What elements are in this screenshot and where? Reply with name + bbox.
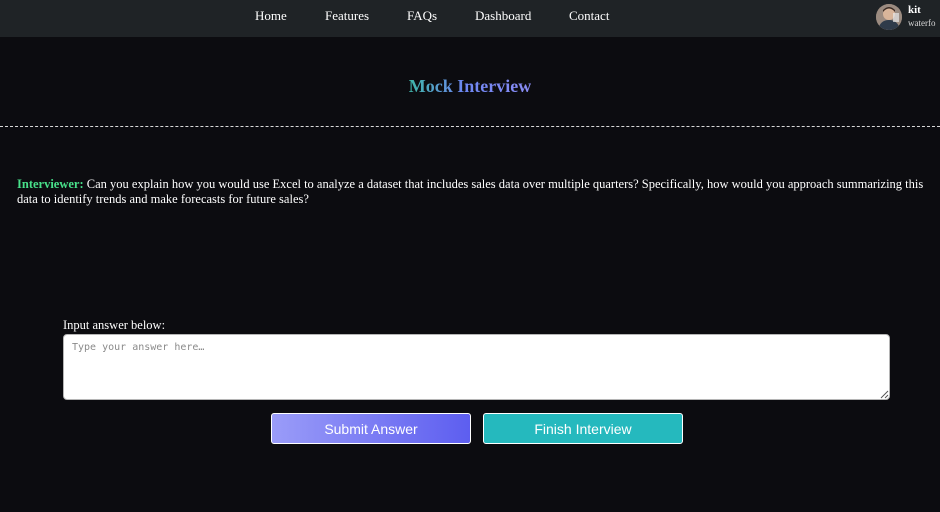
- nav-link-contact[interactable]: Contact: [569, 8, 609, 24]
- user-profile[interactable]: kit waterfo: [874, 3, 940, 31]
- nav-link-features[interactable]: Features: [325, 8, 369, 24]
- nav-link-dashboard[interactable]: Dashboard: [475, 8, 531, 24]
- question-text: Can you explain how you would use Excel …: [17, 177, 924, 206]
- avatar[interactable]: [876, 4, 902, 30]
- speaker-label: Interviewer:: [17, 177, 84, 191]
- answer-input[interactable]: [63, 334, 890, 400]
- top-navbar: Home Features FAQs Dashboard Contact kit…: [0, 0, 940, 37]
- answer-label: Input answer below:: [63, 318, 166, 332]
- nav-links: Home Features FAQs Dashboard Contact: [0, 0, 940, 33]
- page-title: Mock Interview: [0, 76, 940, 97]
- avatar-photo-icon: [876, 4, 902, 30]
- submit-answer-button[interactable]: Submit Answer: [271, 413, 471, 444]
- user-name: kit: [908, 4, 921, 16]
- finish-interview-button[interactable]: Finish Interview: [483, 413, 683, 444]
- user-subtitle: waterfo: [908, 18, 936, 28]
- section-divider: [0, 126, 940, 127]
- page-title-text: Mock Interview: [408, 76, 532, 96]
- nav-link-home[interactable]: Home: [255, 8, 287, 24]
- nav-link-faqs[interactable]: FAQs: [407, 8, 437, 24]
- interviewer-question: Interviewer: Can you explain how you wou…: [17, 177, 929, 207]
- resize-grip-icon[interactable]: [880, 390, 889, 399]
